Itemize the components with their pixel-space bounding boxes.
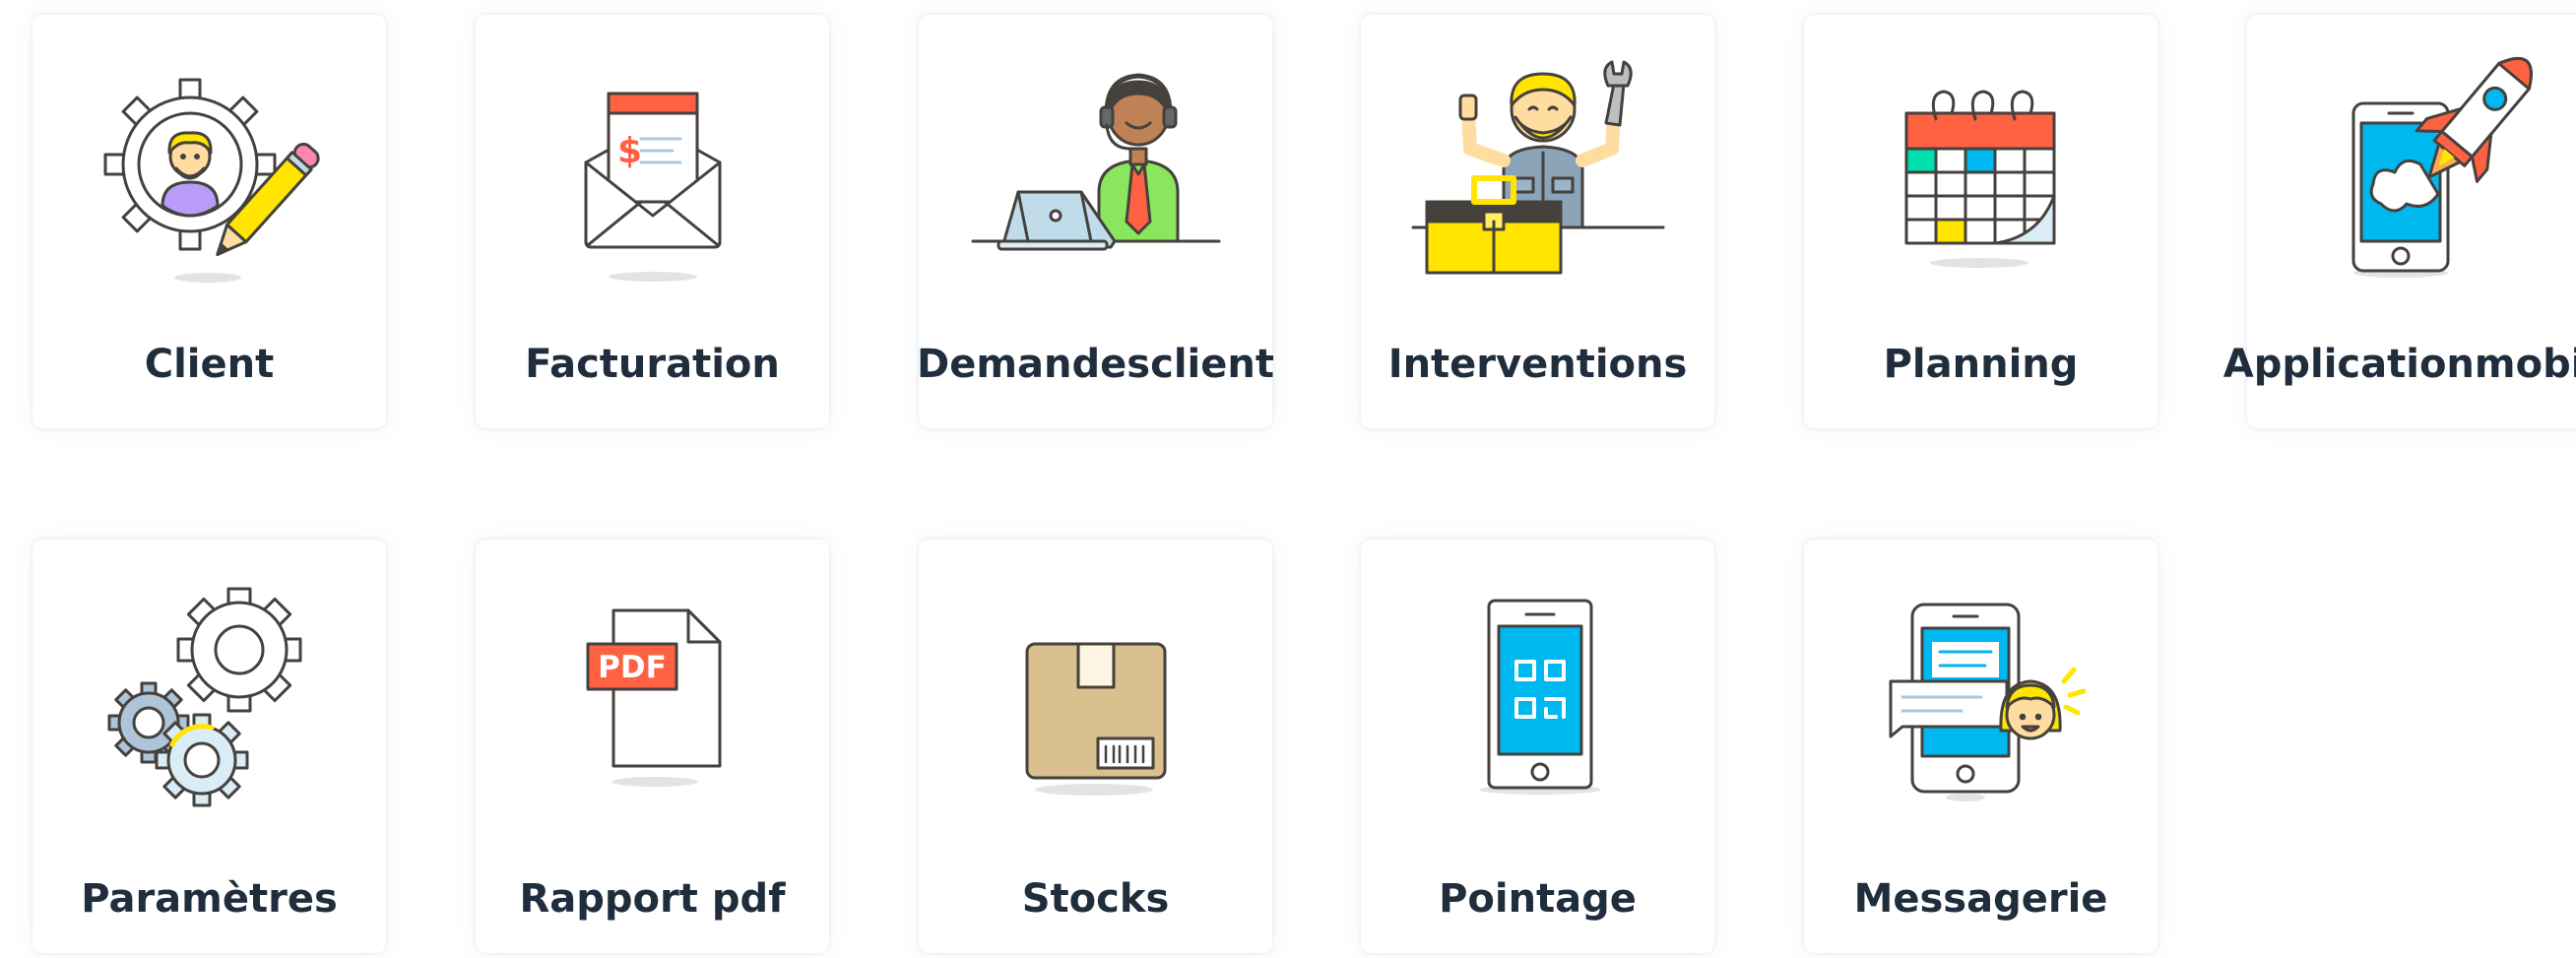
module-label: Messagerie: [1853, 875, 2108, 922]
module-tile-facturation[interactable]: $ Facturation: [476, 15, 829, 428]
module-tile-demandes-client[interactable]: Demandes client: [917, 15, 1274, 428]
calendar-icon: [1804, 54, 2157, 290]
phone-message-icon: [1804, 579, 2157, 815]
module-tile-messagerie[interactable]: Messagerie: [1804, 540, 2157, 953]
client-gear-pencil-icon: [32, 54, 386, 290]
box-icon: [919, 579, 1272, 815]
module-label: Paramètres: [81, 875, 338, 922]
module-tile-planning[interactable]: Planning: [1804, 15, 2157, 428]
pdf-badge-text: PDF: [598, 650, 667, 685]
module-tile-pointage[interactable]: Pointage: [1361, 540, 1714, 953]
module-tile-application-mobile[interactable]: Applicationmobile: [2222, 15, 2576, 428]
module-label: Interventions: [1387, 341, 1688, 387]
phone-rocket-icon: [2247, 54, 2576, 290]
module-label: Demandes client: [917, 341, 1274, 387]
module-tile-interventions[interactable]: Interventions: [1361, 15, 1714, 428]
module-label: Rapport pdf: [519, 875, 786, 922]
module-tile-rapport-pdf[interactable]: PDF Rapport pdf: [476, 540, 829, 953]
module-tile-client[interactable]: Client: [32, 15, 386, 428]
module-label: Planning: [1883, 341, 2079, 387]
phone-qr-code-icon: [1361, 579, 1714, 815]
module-label: Facturation: [525, 341, 780, 387]
module-label: Pointage: [1439, 875, 1637, 922]
module-label: Applicationmobile: [2222, 341, 2576, 387]
module-tile-stocks[interactable]: Stocks: [919, 540, 1272, 953]
technician-toolbox-icon: [1361, 54, 1714, 290]
support-agent-icon: [919, 54, 1272, 290]
invoice-envelope-icon: $: [476, 54, 829, 290]
module-tile-parametres[interactable]: Paramètres: [32, 540, 386, 953]
svg-text:$: $: [617, 131, 642, 171]
module-label: Client: [144, 341, 275, 387]
module-label: Stocks: [1021, 875, 1170, 922]
gears-icon: [32, 579, 386, 815]
pdf-file-icon: PDF: [476, 579, 829, 815]
